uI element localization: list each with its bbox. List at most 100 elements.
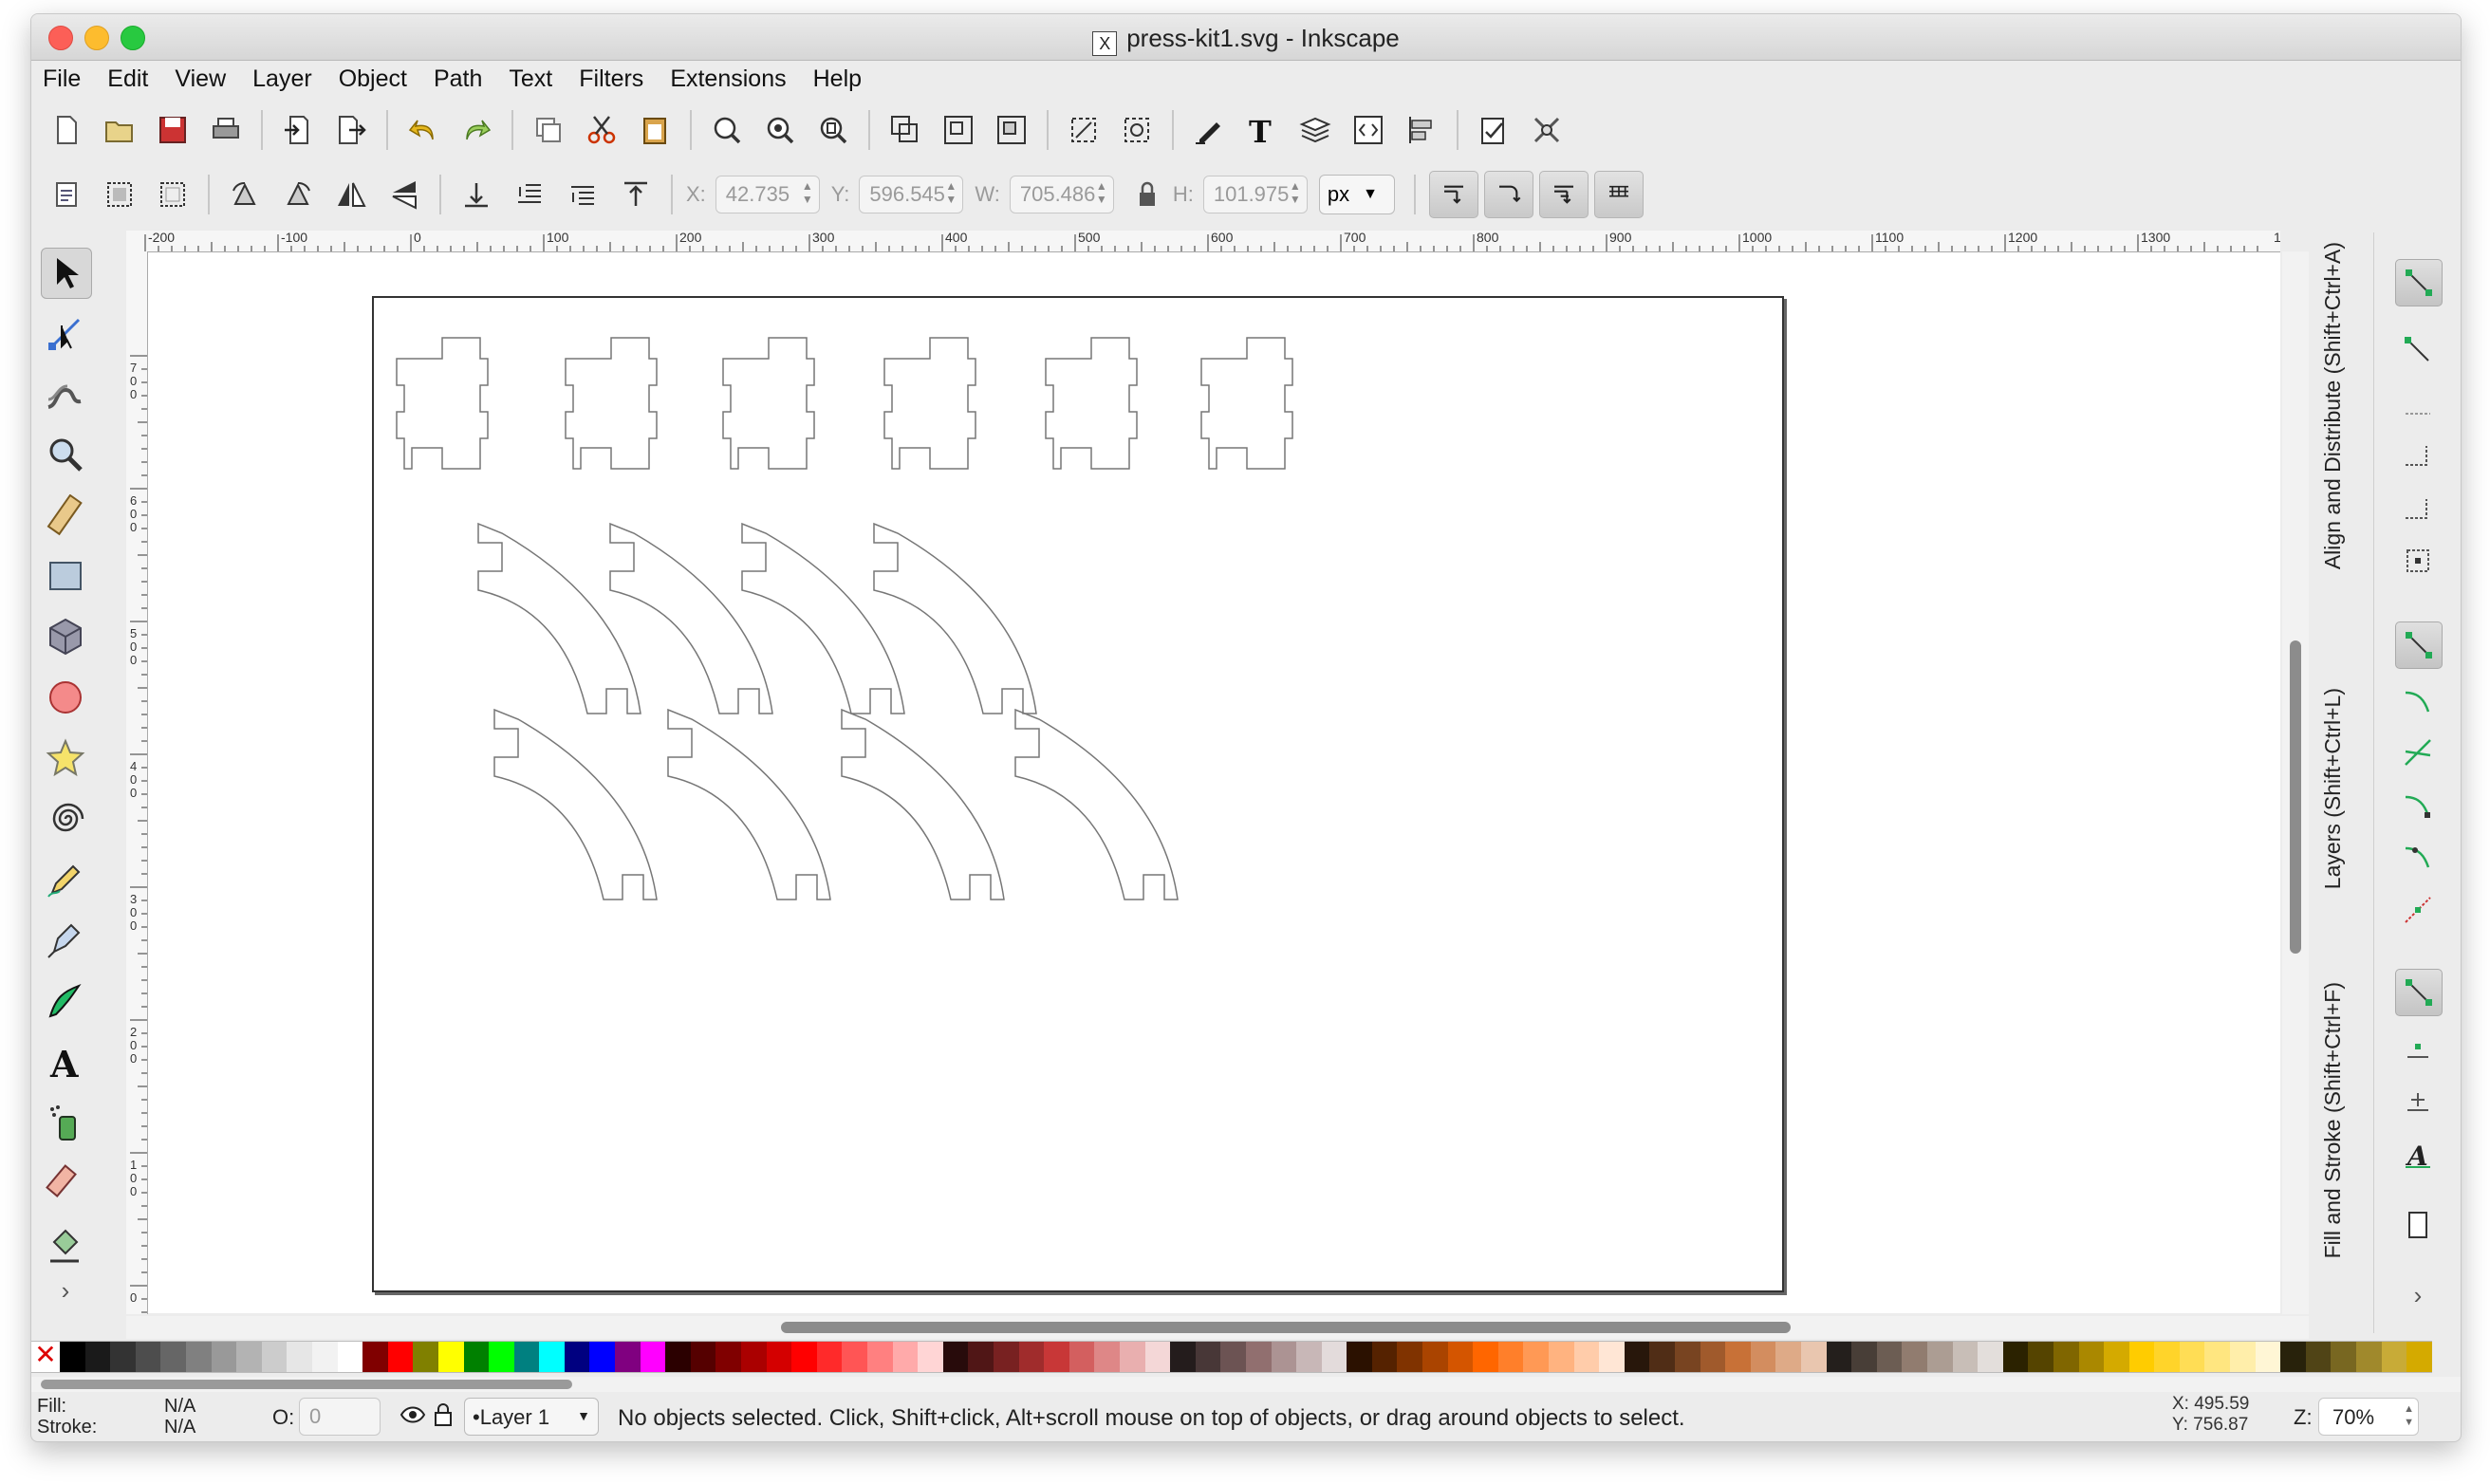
snap-bbox-corners-toggle[interactable] [2395, 434, 2441, 479]
menu-extensions[interactable]: Extensions [670, 65, 786, 93]
color-swatch[interactable] [2078, 1342, 2105, 1372]
save-button[interactable] [151, 108, 195, 152]
menu-view[interactable]: View [175, 65, 226, 93]
color-swatch[interactable] [1800, 1342, 1827, 1372]
color-swatch[interactable] [1447, 1342, 1474, 1372]
color-swatch[interactable] [1119, 1342, 1145, 1372]
color-swatch[interactable] [135, 1342, 161, 1372]
ellipse-tool[interactable] [41, 673, 90, 722]
eye-icon[interactable] [400, 1401, 426, 1434]
color-swatch[interactable] [1321, 1342, 1347, 1372]
color-swatch[interactable] [236, 1342, 262, 1372]
zoom-spinner[interactable]: ▲ ▼ [2404, 1402, 2414, 1429]
raise-button[interactable] [561, 173, 604, 216]
text-tool[interactable]: A [41, 1037, 90, 1086]
color-swatch[interactable] [1397, 1342, 1423, 1372]
document-properties-button[interactable] [1525, 108, 1569, 152]
flip-horizontal-button[interactable] [329, 173, 373, 216]
color-swatch[interactable] [1068, 1342, 1095, 1372]
color-swatch[interactable] [2128, 1342, 2155, 1372]
spiral-tool[interactable] [41, 794, 90, 844]
color-swatch[interactable] [1473, 1342, 1498, 1372]
color-swatch[interactable] [287, 1342, 312, 1372]
menu-object[interactable]: Object [339, 65, 407, 93]
color-swatch[interactable] [2305, 1342, 2332, 1372]
transform-patterns-toggle[interactable] [1593, 171, 1644, 218]
eraser-tool[interactable] [41, 1159, 90, 1208]
color-swatch[interactable] [1649, 1342, 1675, 1372]
vertical-scrollbar[interactable] [2282, 251, 2309, 1314]
menu-filters[interactable]: Filters [579, 65, 643, 93]
tab-align-distribute[interactable]: Align and Distribute (Shift+Ctrl+A) [2320, 242, 2368, 640]
select-all-button[interactable] [45, 173, 88, 216]
color-swatch[interactable] [791, 1342, 817, 1372]
snap-page-border-toggle[interactable] [2395, 1202, 2441, 1248]
layer-lock-icon[interactable] [432, 1401, 455, 1434]
xml-editor-button[interactable] [1187, 108, 1231, 152]
arc-piece[interactable] [667, 709, 831, 900]
align-distribute-button[interactable] [1400, 108, 1443, 152]
lower-to-bottom-button[interactable] [455, 173, 498, 216]
color-swatch[interactable] [1926, 1342, 1953, 1372]
snap-text-baseline-toggle[interactable]: A [2395, 1132, 2441, 1178]
color-swatch[interactable] [1497, 1342, 1524, 1372]
color-swatch[interactable] [437, 1342, 464, 1372]
color-swatch[interactable] [640, 1342, 666, 1372]
flip-vertical-button[interactable] [382, 173, 426, 216]
color-swatch[interactable] [2406, 1342, 2432, 1372]
color-swatch[interactable] [993, 1342, 1019, 1372]
rotate-cw-button[interactable] [276, 173, 320, 216]
color-swatch[interactable] [2028, 1342, 2053, 1372]
color-swatch[interactable] [1775, 1342, 1801, 1372]
snap-cusp-nodes-toggle[interactable] [2395, 783, 2441, 828]
color-swatch[interactable] [489, 1342, 514, 1372]
tab-fill-stroke[interactable]: Fill and Stroke (Shift+Ctrl+F) [2320, 982, 2368, 1324]
color-swatch[interactable] [564, 1342, 590, 1372]
zoom-input[interactable]: 70% ▲ ▼ [2318, 1398, 2419, 1436]
xml-brackets-button[interactable] [1347, 108, 1390, 152]
spray-tool[interactable] [41, 1098, 90, 1147]
color-swatch[interactable] [2331, 1342, 2357, 1372]
puzzle-piece[interactable] [1045, 337, 1138, 470]
puzzle-piece[interactable] [396, 337, 489, 470]
color-swatch[interactable] [2002, 1342, 2029, 1372]
color-swatch[interactable] [160, 1342, 186, 1372]
lower-button[interactable] [508, 173, 551, 216]
snap-intersections-toggle[interactable] [2395, 730, 2441, 775]
opacity-input[interactable]: 0 [299, 1398, 381, 1436]
color-swatch[interactable] [1851, 1342, 1877, 1372]
color-swatch[interactable] [589, 1342, 616, 1372]
snap-smooth-nodes-toggle[interactable] [2395, 834, 2441, 880]
h-input[interactable]: 101.975 ▲ ▼ [1202, 176, 1308, 213]
color-swatch[interactable] [2204, 1342, 2231, 1372]
menu-edit[interactable]: Edit [107, 65, 148, 93]
color-swatch[interactable] [1826, 1342, 1852, 1372]
snap-bbox-centers-toggle[interactable] [2395, 538, 2441, 584]
open-button[interactable] [98, 108, 141, 152]
tweak-tool[interactable] [41, 369, 90, 418]
zoom-tool[interactable] [41, 430, 90, 479]
color-swatch[interactable] [1978, 1342, 2003, 1372]
color-swatch[interactable] [2104, 1342, 2129, 1372]
color-swatch[interactable] [1523, 1342, 1550, 1372]
redo-button[interactable] [455, 108, 498, 152]
color-swatch[interactable] [2356, 1342, 2382, 1372]
print-button[interactable] [204, 108, 248, 152]
arc-piece[interactable] [477, 523, 641, 714]
fill-value[interactable]: N/A [164, 1396, 195, 1418]
arc-piece[interactable] [1014, 709, 1179, 900]
color-swatch[interactable] [867, 1342, 893, 1372]
text-font-button[interactable]: T [1240, 108, 1284, 152]
color-swatch[interactable] [60, 1342, 85, 1372]
vertical-scroll-thumb[interactable] [2290, 640, 2301, 954]
calligraphy-tool[interactable] [41, 976, 90, 1026]
star-tool[interactable] [41, 733, 90, 783]
color-swatch[interactable] [1549, 1342, 1574, 1372]
color-swatch[interactable] [665, 1342, 691, 1372]
duplicate-button[interactable] [527, 108, 570, 152]
color-swatch[interactable] [766, 1342, 792, 1372]
tab-layers[interactable]: Layers (Shift+Ctrl+L) [2320, 688, 2368, 973]
arc-piece[interactable] [841, 709, 1005, 900]
snap-paths-toggle[interactable] [2395, 678, 2441, 724]
x-spinner[interactable]: ▲ ▼ [798, 179, 817, 210]
